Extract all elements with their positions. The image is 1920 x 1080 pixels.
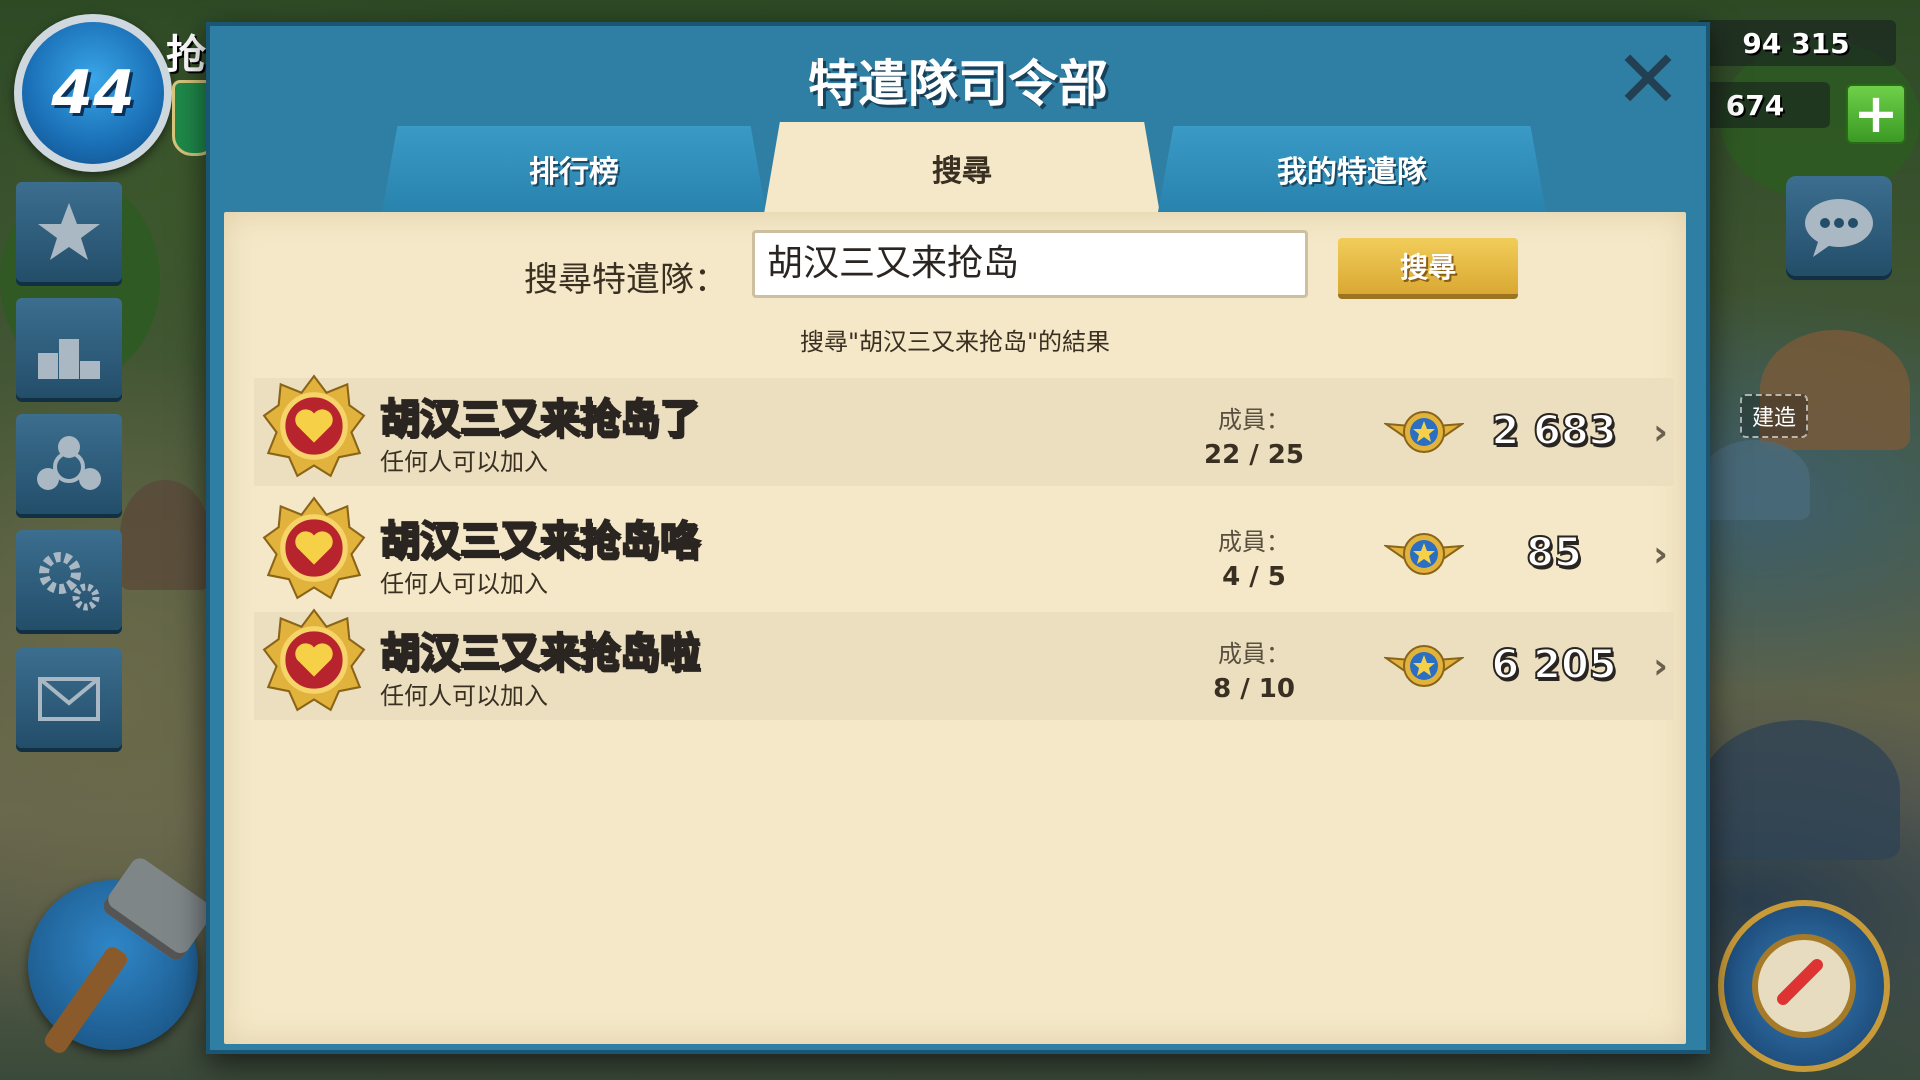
mail-button[interactable] bbox=[16, 648, 122, 748]
taskforce-heart-emblem-icon bbox=[262, 608, 366, 712]
tab-my-taskforce[interactable]: 我的特遣隊 bbox=[1158, 126, 1546, 212]
resource-top-value: 94 315 bbox=[1742, 26, 1850, 60]
tab-label: 排行榜 bbox=[529, 155, 619, 190]
build-label: 建造 bbox=[1739, 394, 1808, 438]
leaderboard-button[interactable] bbox=[16, 298, 122, 398]
chat-button[interactable] bbox=[1786, 176, 1892, 276]
taskforce-score: 2 683 bbox=[1490, 407, 1617, 455]
mail-icon bbox=[38, 677, 100, 721]
members-count: 4 / 5 bbox=[1222, 562, 1286, 592]
leaderboard-icon bbox=[38, 339, 100, 379]
taskforce-name: 胡汉三又来抢岛咯 bbox=[379, 517, 701, 565]
resource-diamond-value: 674 bbox=[1725, 88, 1785, 122]
taskforce-icon bbox=[37, 436, 101, 490]
search-button[interactable]: 搜尋 bbox=[1338, 238, 1518, 299]
results-caption: 搜尋"胡汉三又来抢岛"的結果 bbox=[799, 328, 1111, 356]
bg-building bbox=[120, 480, 210, 590]
search-input[interactable]: 胡汉三又来抢岛 bbox=[752, 230, 1308, 298]
taskforce-name: 胡汉三又来抢岛啦 bbox=[379, 629, 701, 677]
resource-bar-top: 94 315 bbox=[1696, 20, 1896, 66]
plus-icon: + bbox=[1853, 82, 1899, 145]
tab-leaderboard[interactable]: 排行榜 bbox=[382, 126, 766, 212]
tab-label: 搜尋 bbox=[932, 154, 992, 189]
taskforce-heart-emblem-icon bbox=[262, 374, 366, 478]
taskforce-hq-dialog: 特遣隊司令部 ✕ 排行榜 搜尋 我的特遣隊 搜尋特遣隊： 胡汉三又来抢岛 搜尋 … bbox=[206, 22, 1710, 1054]
members-count: 8 / 10 bbox=[1213, 674, 1295, 704]
dialog-title: 特遣隊司令部 bbox=[808, 55, 1108, 113]
taskforce-result-row[interactable]: 胡汉三又来抢岛了 任何人可以加入 成員： 22 / 25 2 683 › bbox=[254, 374, 1674, 486]
settings-icon bbox=[39, 552, 100, 611]
taskforce-button[interactable] bbox=[16, 414, 122, 514]
search-panel: 搜尋特遣隊： 胡汉三又来抢岛 搜尋 搜尋"胡汉三又来抢岛"的結果 胡汉三又来抢岛… bbox=[224, 212, 1686, 1044]
members-count: 22 / 25 bbox=[1204, 440, 1304, 470]
player-name: 抢 bbox=[166, 32, 206, 78]
add-diamonds-button[interactable]: + bbox=[1846, 84, 1906, 144]
map-compass-button[interactable] bbox=[1718, 900, 1890, 1072]
chevron-right-icon: › bbox=[1653, 534, 1668, 575]
player-level-badge[interactable]: 44 bbox=[14, 14, 172, 172]
search-label: 搜尋特遣隊： bbox=[524, 260, 728, 300]
player-level: 44 bbox=[51, 58, 135, 128]
winged-star-medal-icon bbox=[1384, 411, 1464, 453]
winged-star-medal-icon bbox=[1384, 533, 1464, 575]
join-status: 任何人可以加入 bbox=[380, 570, 548, 598]
star-button[interactable] bbox=[16, 182, 122, 282]
chevron-right-icon: › bbox=[1653, 646, 1668, 687]
bg-building bbox=[1700, 440, 1810, 520]
winged-star-medal-icon bbox=[1384, 645, 1464, 687]
settings-button[interactable] bbox=[16, 530, 122, 630]
tab-label: 我的特遣隊 bbox=[1277, 155, 1427, 190]
taskforce-result-row[interactable]: 胡汉三又来抢岛咯 任何人可以加入 成員： 4 / 5 85 › bbox=[254, 496, 1674, 608]
members-label: 成員： bbox=[1218, 528, 1290, 556]
taskforce-heart-emblem-icon bbox=[262, 496, 366, 600]
members-label: 成員： bbox=[1218, 406, 1290, 434]
chevron-right-icon: › bbox=[1653, 412, 1668, 453]
tab-search[interactable]: 搜尋 bbox=[764, 122, 1160, 214]
chat-icon bbox=[1805, 199, 1873, 257]
close-icon: ✕ bbox=[1614, 33, 1682, 126]
taskforce-result-row[interactable]: 胡汉三又来抢岛啦 任何人可以加入 成員： 8 / 10 6 205 › bbox=[254, 608, 1674, 720]
bg-building bbox=[1700, 720, 1900, 860]
join-status: 任何人可以加入 bbox=[380, 448, 548, 476]
taskforce-name: 胡汉三又来抢岛了 bbox=[379, 395, 701, 443]
taskforce-score: 6 205 bbox=[1490, 641, 1617, 689]
join-status: 任何人可以加入 bbox=[380, 682, 548, 710]
star-icon bbox=[38, 203, 100, 260]
members-label: 成員： bbox=[1218, 640, 1290, 668]
close-button[interactable]: ✕ bbox=[1612, 40, 1684, 120]
taskforce-score: 85 bbox=[1525, 529, 1583, 577]
